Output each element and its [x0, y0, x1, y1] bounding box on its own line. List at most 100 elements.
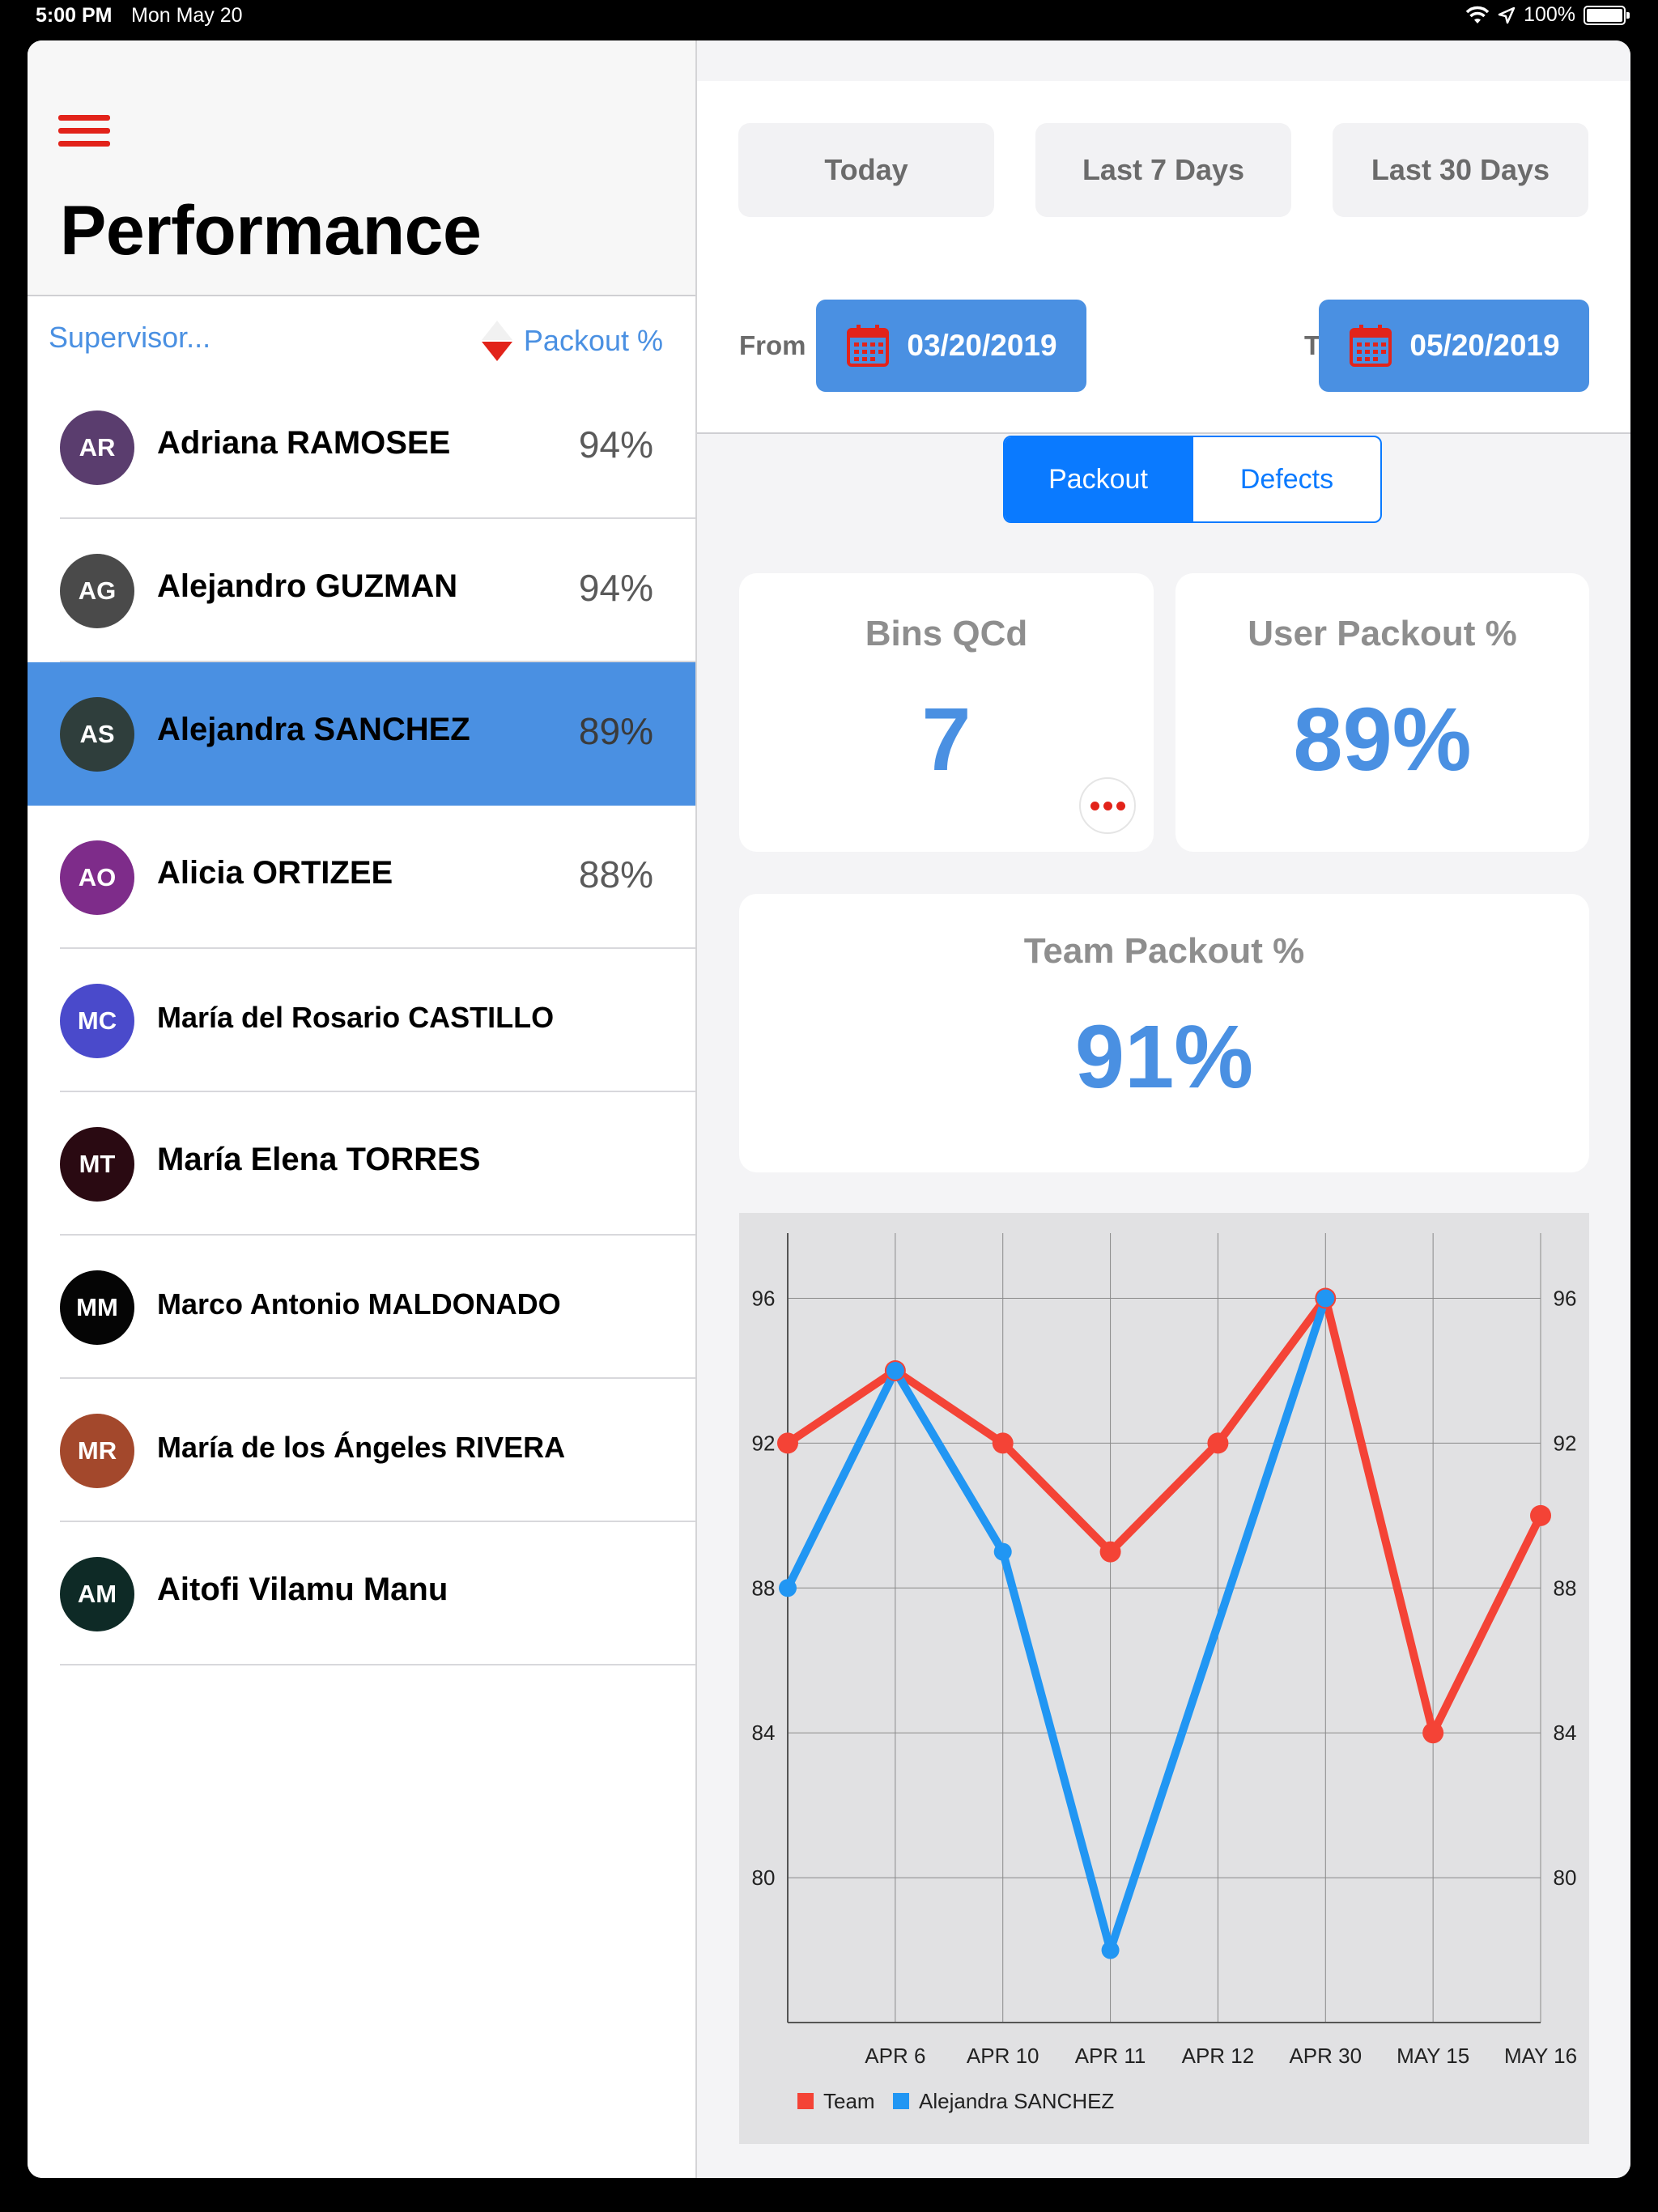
avatar: MM	[60, 1270, 134, 1345]
x-tick-label: APR 12	[1182, 2044, 1255, 2068]
to-date-button[interactable]: 05/20/2019	[1319, 300, 1589, 392]
today-button[interactable]: Today	[738, 123, 994, 217]
app-screen: Performance Supervisor... Packout % AR Ad…	[28, 40, 1630, 2178]
last-30-days-button[interactable]: Last 30 Days	[1333, 123, 1588, 217]
sort-bar: Supervisor... Packout %	[28, 296, 695, 376]
date-filter-panel: Today Last 7 Days Last 30 Days From 03/2…	[697, 81, 1630, 434]
data-point-user	[993, 1542, 1012, 1561]
x-tick-label: APR 6	[865, 2044, 925, 2068]
y-tick-label-left: 96	[752, 1287, 776, 1311]
list-item-name: María Elena TORRES	[157, 1142, 481, 1177]
list-item[interactable]: AG Alejandro GUZMAN 94%	[28, 519, 695, 662]
avatar: AM	[60, 1557, 134, 1631]
list-item-packout: 94%	[578, 567, 653, 609]
location-icon	[1498, 6, 1516, 23]
detail-panel: Today Last 7 Days Last 30 Days From 03/2…	[697, 40, 1630, 2178]
team-packout-card: Team Packout % 91%	[739, 894, 1589, 1172]
x-tick-label: MAY 15	[1397, 2044, 1469, 2068]
x-tick-label: APR 11	[1075, 2044, 1146, 2068]
list-item-name: Marco Antonio MALDONADO	[157, 1287, 561, 1321]
y-tick-label-left: 80	[752, 1865, 776, 1890]
user-packout-value: 89%	[1293, 690, 1472, 789]
list-item-packout: 94%	[578, 423, 653, 466]
bins-qcd-label: Bins QCd	[865, 614, 1028, 653]
from-date-value: 03/20/2019	[907, 329, 1057, 362]
list-item-name: Alejandro GUZMAN	[157, 568, 458, 604]
legend-swatch	[893, 2093, 909, 2109]
tab-packout[interactable]: Packout	[1005, 437, 1192, 521]
avatar: AG	[60, 554, 134, 628]
sidebar: Performance Supervisor... Packout % AR Ad…	[28, 40, 697, 2178]
sidebar-header: Performance	[28, 40, 695, 296]
legend-swatch	[797, 2093, 814, 2109]
list-item[interactable]: AS Alejandra SANCHEZ 89%	[28, 662, 695, 806]
list-item-name: María del Rosario CASTILLO	[157, 1001, 555, 1034]
from-label: From	[739, 330, 806, 360]
packout-line-chart: 80 80 84 84 88 88 92 92 96 96 APR 6 APR 10 APR 11 APR…	[739, 1213, 1589, 2144]
team-packout-label: Team Packout %	[1023, 931, 1305, 971]
y-tick-label-right: 80	[1554, 1865, 1577, 1890]
last-7-days-button[interactable]: Last 7 Days	[1035, 123, 1291, 217]
user-packout-card: User Packout % 89%	[1175, 573, 1589, 852]
avatar: MR	[60, 1414, 134, 1488]
wifi-icon	[1465, 6, 1490, 23]
status-date: Mon May 20	[131, 4, 243, 27]
from-date-button[interactable]: 03/20/2019	[816, 300, 1086, 392]
x-tick-label: APR 10	[967, 2044, 1039, 2068]
y-tick-label-left: 92	[752, 1431, 776, 1455]
list-item[interactable]: MR María de los Ángeles RIVERA	[28, 1379, 695, 1522]
to-date-value: 05/20/2019	[1409, 329, 1560, 362]
y-tick-label-left: 84	[752, 1721, 776, 1745]
status-bar: 5:00 PM Mon May 20 100%	[0, 0, 1658, 39]
avatar: AS	[60, 697, 134, 772]
user-packout-label: User Packout %	[1248, 614, 1517, 653]
list-item-name: Alicia ORTIZEE	[157, 855, 393, 891]
calendar-icon	[847, 325, 890, 367]
list-item-name: María de los Ángeles RIVERA	[157, 1431, 566, 1464]
x-tick-label: MAY 16	[1504, 2044, 1577, 2068]
list-item[interactable]: AM Aitofi Vilamu Manu	[28, 1522, 695, 1665]
tab-defects[interactable]: Defects	[1192, 437, 1380, 521]
calendar-icon	[1350, 325, 1392, 367]
list-item[interactable]: AR Adriana RAMOSEE 94%	[28, 376, 695, 519]
list-item[interactable]: AO Alicia ORTIZEE 88%	[28, 806, 695, 949]
sort-label: Packout %	[523, 324, 663, 357]
team-packout-value: 91%	[1074, 1007, 1254, 1107]
avatar: MT	[60, 1127, 134, 1202]
x-tick-label: APR 30	[1289, 2044, 1362, 2068]
avatar: AO	[60, 840, 134, 915]
status-time: 5:00 PM	[36, 4, 113, 27]
list-item-name: Adriana RAMOSEE	[157, 425, 451, 461]
list-item[interactable]: MM Marco Antonio MALDONADO	[28, 1236, 695, 1379]
y-tick-label-right: 96	[1554, 1287, 1577, 1311]
menu-icon[interactable]	[58, 115, 110, 147]
sort-packout-button[interactable]: Packout %	[481, 321, 663, 361]
supervisor-filter-button[interactable]: Supervisor...	[49, 321, 210, 355]
y-tick-label-left: 88	[752, 1576, 776, 1600]
battery-percent: 100%	[1524, 3, 1575, 26]
list-item[interactable]: MC María del Rosario CASTILLO	[28, 949, 695, 1092]
y-tick-label-right: 92	[1554, 1431, 1577, 1455]
metric-segmented-control: Packout Defects	[1003, 436, 1382, 523]
legend-label: Alejandra SANCHEZ	[919, 2089, 1114, 2113]
legend-label: Team	[823, 2089, 875, 2113]
data-point-user	[1101, 1941, 1120, 1959]
data-point-team	[1207, 1432, 1229, 1454]
list-item-name: Aitofi Vilamu Manu	[157, 1572, 449, 1607]
y-tick-label-right: 88	[1554, 1576, 1577, 1600]
list-item-name: Alejandra SANCHEZ	[157, 712, 470, 747]
list-item[interactable]: MT María Elena TORRES	[28, 1092, 695, 1236]
more-options-button[interactable]	[1079, 777, 1136, 834]
data-point-user	[1316, 1289, 1335, 1308]
bins-qcd-value: 7	[921, 690, 971, 789]
user-list: AR Adriana RAMOSEE 94% AG Alejandro GUZMAN 94…	[28, 376, 695, 1665]
data-point-team	[1099, 1541, 1121, 1563]
series-line-user	[784, 1296, 1330, 1955]
data-point-team	[1422, 1722, 1444, 1744]
avatar: MC	[60, 984, 134, 1058]
list-item-packout: 89%	[578, 710, 653, 752]
sort-descending-icon	[481, 321, 512, 361]
data-point-user	[886, 1361, 904, 1380]
data-point-team	[777, 1432, 798, 1454]
chart-svg: 80 80 84 84 88 88 92 92 96 96 APR 6 APR 10 APR 11 APR…	[752, 1233, 1577, 2113]
